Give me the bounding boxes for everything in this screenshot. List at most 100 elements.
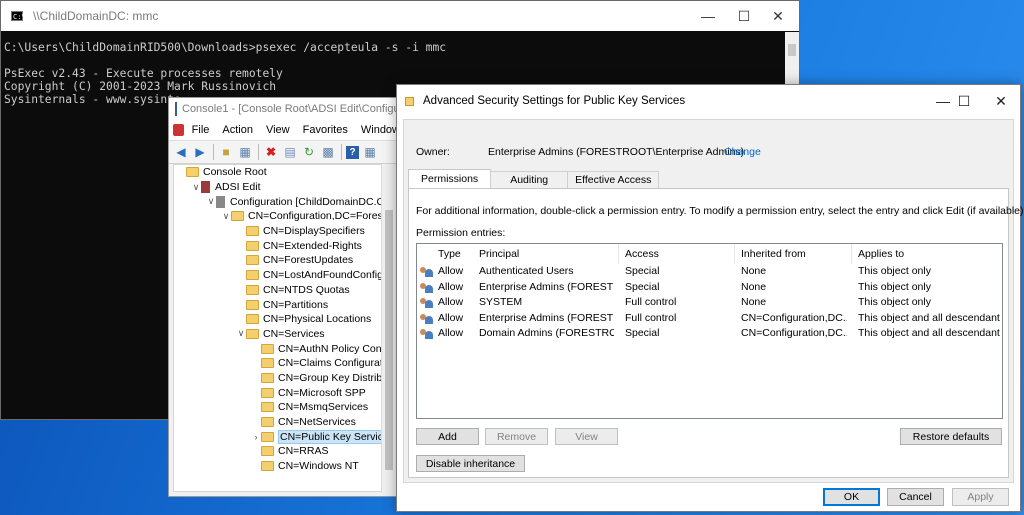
chevron-down-icon[interactable]: ∨: [206, 196, 216, 207]
entry-principal: Enterprise Admins (FORESTR...: [479, 311, 614, 324]
tree-node[interactable]: CN=Windows NT: [174, 459, 382, 474]
disable-inheritance-button[interactable]: Disable inheritance: [416, 455, 525, 472]
maximize-icon[interactable]: ☐: [944, 85, 984, 117]
column-header-applies-to[interactable]: Applies to: [858, 244, 904, 264]
folder-icon: [261, 358, 274, 369]
adsi-edit-icon: [201, 181, 210, 194]
console-tree[interactable]: Console Root ∨ ADSI Edit ∨ Configuration [Ch…: [173, 164, 383, 492]
show-tree-icon[interactable]: ▦: [237, 144, 253, 160]
mmc-window[interactable]: Console1 - [Console Root\ADSI Edit\Confi…: [168, 97, 408, 497]
tree-node[interactable]: CN=Partitions: [174, 297, 382, 312]
menu-view[interactable]: View: [260, 124, 297, 136]
permission-entry-row[interactable]: Allow Authenticated Users Special None This …: [417, 264, 1002, 280]
column-header-access[interactable]: Access: [625, 244, 659, 264]
tree-node[interactable]: CN=Microsoft SPP: [174, 385, 382, 400]
tree-node[interactable]: › CN=Public Key Services: [174, 429, 382, 444]
tree-node[interactable]: CN=NTDS Quotas: [174, 283, 382, 298]
permission-entry-row[interactable]: Allow Enterprise Admins (FORESTR... Specia…: [417, 280, 1002, 296]
console-title-bar[interactable]: C:\ \\ChildDomainDC: mmc — ☐ ✕: [1, 1, 799, 31]
mmc-menu-bar: File Action View Favorites Window: [169, 120, 407, 141]
delete-icon[interactable]: ✖: [263, 144, 279, 160]
mmc-title-bar[interactable]: Console1 - [Console Root\ADSI Edit\Confi…: [169, 98, 407, 120]
folder-icon: [261, 387, 274, 398]
chevron-down-icon[interactable]: ∨: [221, 211, 231, 222]
entry-applies-to: This object only: [858, 265, 931, 277]
tree-node-label: CN=NetServices: [278, 416, 356, 429]
column-header-type[interactable]: Type: [438, 244, 461, 264]
permission-entries-list[interactable]: Type Principal Access Inherited from App…: [416, 243, 1003, 419]
up-folder-icon[interactable]: ■: [218, 144, 234, 160]
properties-icon[interactable]: ▤: [282, 144, 298, 160]
tab-effective-access[interactable]: Effective Access: [567, 171, 660, 188]
column-divider[interactable]: [734, 244, 735, 264]
column-divider[interactable]: [851, 244, 852, 264]
tree-node[interactable]: CN=DisplaySpecifiers: [174, 224, 382, 239]
restore-defaults-button[interactable]: Restore defaults: [900, 428, 1002, 445]
entry-type: Allow: [438, 296, 464, 308]
tree-node[interactable]: CN=MsmqServices: [174, 400, 382, 415]
apply-button[interactable]: Apply: [952, 488, 1009, 506]
export-list-icon[interactable]: ▩: [320, 144, 336, 160]
scrollbar-thumb[interactable]: [385, 210, 393, 470]
tree-node[interactable]: ∨ CN=Configuration,DC=ForestRoo: [174, 209, 382, 224]
permission-entry-row[interactable]: Allow Enterprise Admins (FORESTR... Full c…: [417, 311, 1002, 327]
dialog-title-bar[interactable]: Advanced Security Settings for Public Ke…: [397, 85, 1020, 117]
ok-button[interactable]: OK: [823, 488, 880, 506]
scrollbar-thumb[interactable]: [788, 44, 796, 56]
tree-node[interactable]: ∨ CN=Services: [174, 327, 382, 342]
folder-icon: [405, 96, 414, 106]
tree-node[interactable]: CN=Claims Configuration: [174, 356, 382, 371]
tree-node[interactable]: CN=ForestUpdates: [174, 253, 382, 268]
forward-arrow-icon[interactable]: ▶: [192, 144, 208, 160]
tree-node[interactable]: CN=Extended-Rights: [174, 238, 382, 253]
mmc-system-menu-icon[interactable]: [173, 124, 184, 136]
chevron-right-icon[interactable]: ›: [251, 432, 261, 442]
tree-node[interactable]: CN=NetServices: [174, 415, 382, 430]
permission-entry-row[interactable]: Allow SYSTEM Full control None This object o…: [417, 295, 1002, 311]
entry-principal: Authenticated Users: [479, 265, 574, 277]
advanced-security-dialog[interactable]: Advanced Security Settings for Public Ke…: [396, 84, 1024, 512]
refresh-icon[interactable]: ↻: [301, 144, 317, 160]
add-button[interactable]: Add: [416, 428, 479, 445]
view-button[interactable]: View: [555, 428, 618, 445]
chevron-down-icon[interactable]: ∨: [236, 328, 246, 339]
show-action-pane-icon[interactable]: ▦: [362, 144, 378, 160]
tree-node-label: CN=ForestUpdates: [263, 254, 354, 267]
tree-node-label: CN=Claims Configuration: [278, 357, 382, 370]
back-arrow-icon[interactable]: ◀: [173, 144, 189, 160]
folder-icon: [261, 417, 274, 428]
tree-node-label: CN=Public Key Services: [278, 429, 382, 444]
menu-file[interactable]: File: [186, 124, 217, 136]
help-icon[interactable]: ?: [346, 145, 359, 159]
column-header-inherited-from[interactable]: Inherited from: [741, 244, 806, 264]
tab-auditing[interactable]: Auditing: [490, 171, 569, 188]
tree-node[interactable]: CN=RRAS: [174, 444, 382, 459]
cancel-button[interactable]: Cancel: [887, 488, 944, 506]
tree-node[interactable]: CN=Group Key Distributi: [174, 371, 382, 386]
permission-entry-row[interactable]: Allow Domain Admins (FORESTROO... Special C…: [417, 326, 1002, 342]
tree-scrollbar[interactable]: [381, 164, 396, 492]
tree-node[interactable]: Console Root: [174, 165, 382, 180]
mmc-app-icon: [175, 102, 177, 116]
dialog-title: Advanced Security Settings for Public Ke…: [423, 95, 686, 107]
tree-node[interactable]: ∨ ADSI Edit: [174, 180, 382, 195]
tab-permissions[interactable]: Permissions: [408, 169, 492, 188]
info-text: For additional information, double-click…: [416, 205, 1024, 217]
entry-inherited-from: None: [741, 265, 767, 277]
folder-icon: [186, 167, 199, 178]
console-app-icon: C:\: [11, 11, 26, 21]
close-icon[interactable]: ✕: [755, 1, 801, 31]
remove-button[interactable]: Remove: [485, 428, 548, 445]
column-divider[interactable]: [618, 244, 619, 264]
menu-favorites[interactable]: Favorites: [297, 124, 355, 136]
tree-node[interactable]: CN=Physical Locations: [174, 312, 382, 327]
folder-icon: [246, 270, 259, 281]
column-header-principal[interactable]: Principal: [479, 244, 519, 264]
menu-action[interactable]: Action: [216, 124, 260, 136]
change-owner-link[interactable]: Change: [724, 146, 761, 158]
tree-node[interactable]: CN=AuthN Policy Configu: [174, 341, 382, 356]
chevron-down-icon[interactable]: ∨: [191, 182, 201, 193]
tree-node[interactable]: CN=LostAndFoundConfig: [174, 268, 382, 283]
close-icon[interactable]: ✕: [981, 85, 1021, 117]
tree-node[interactable]: ∨ Configuration [ChildDomainDC.Chil: [174, 194, 382, 209]
